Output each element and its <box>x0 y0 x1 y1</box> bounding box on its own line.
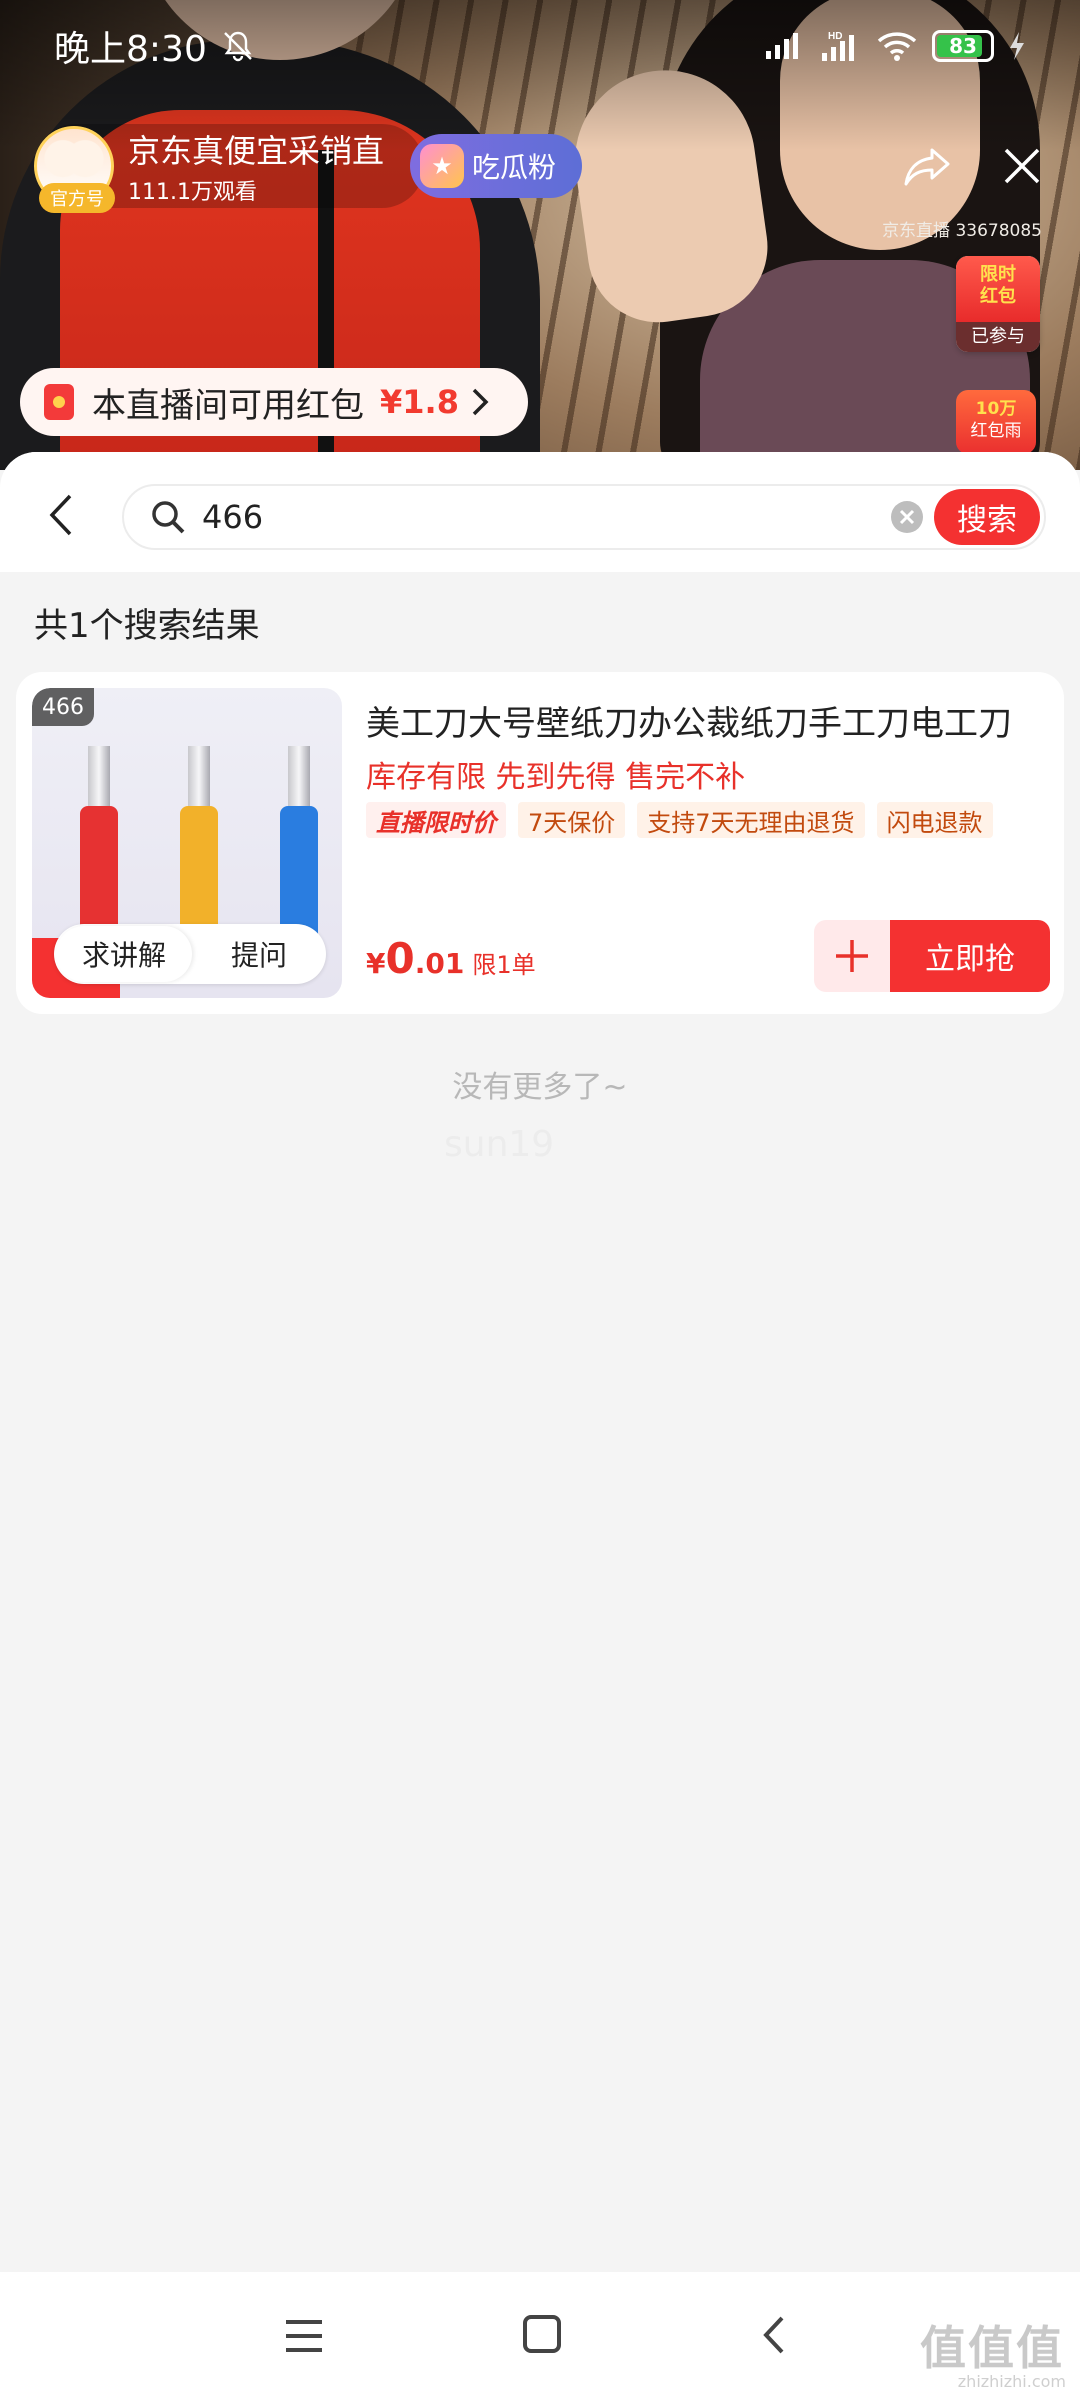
search-bar[interactable]: 466 搜索 <box>122 484 1046 550</box>
streamer-info[interactable]: 官方号 京东真便宜采销直 111.1万观看 <box>34 124 424 213</box>
red-packet-rain-amount: 10万 <box>975 399 1017 419</box>
red-packet-banner[interactable]: 本直播间可用红包 ¥1.8 <box>20 368 528 436</box>
streamer-name: 京东真便宜采销直 <box>128 132 385 170</box>
search-icon <box>152 501 185 534</box>
signal-icon <box>766 33 798 59</box>
product-actions: 求讲解 提问 <box>54 924 326 984</box>
search-sheet: 466 搜索 共1个搜索结果 466 求讲解 提问 美工刀大号壁纸刀办公裁纸刀手… <box>0 452 1080 2272</box>
product-tags: 直播限时价 7天保价 支持7天无理由退货 闪电退款 <box>366 802 993 838</box>
price-symbol: ¥ <box>366 947 386 980</box>
tag-fast-refund: 闪电退款 <box>876 802 993 838</box>
plus-icon <box>836 940 868 972</box>
product-image[interactable]: 466 求讲解 提问 <box>32 688 342 998</box>
tag-price-protect: 7天保价 <box>518 802 626 838</box>
fan-club-label: 吃瓜粉 <box>472 151 557 184</box>
room-id: 京东直播 33678085 <box>882 221 1042 241</box>
product-card[interactable]: 466 求讲解 提问 美工刀大号壁纸刀办公裁纸刀手工刀电工刀 库存有限 先到先得… <box>16 672 1064 1014</box>
red-packet-amount: ¥1.8 <box>380 383 459 421</box>
search-button[interactable]: 搜索 <box>934 489 1040 545</box>
back-arrow-icon[interactable] <box>44 490 80 540</box>
red-packet-rain[interactable]: 10万 红包雨 <box>956 390 1036 454</box>
product-price: ¥ 0 .01 限1单 <box>366 934 536 983</box>
timed-red-packet[interactable]: 限时 红包 已参与 <box>956 256 1040 352</box>
timed-red-packet-title: 限时 红包 <box>956 256 1040 322</box>
share-icon[interactable] <box>902 146 952 190</box>
buy-now-button[interactable]: 立即抢 <box>890 920 1050 992</box>
purchase-limit: 限1单 <box>472 951 536 979</box>
site-watermark-url: zhizhizhi.com <box>957 2372 1066 2391</box>
site-watermark: 值值值 <box>920 2321 1064 2375</box>
red-packet-icon <box>44 384 74 420</box>
fan-badge-icon: ★ <box>420 144 464 188</box>
signal-hd-icon: HD <box>822 31 854 61</box>
price-decimal: .01 <box>414 947 465 980</box>
user-watermark: sun19 <box>444 1124 555 1165</box>
nav-back-icon[interactable] <box>760 2314 788 2356</box>
ask-question-button[interactable]: 提问 <box>192 934 326 974</box>
status-bar: 晚上8:30 HD 83 <box>0 0 1080 92</box>
menu-icon[interactable] <box>284 2318 324 2354</box>
clear-icon[interactable] <box>890 500 924 534</box>
red-packet-banner-text: 本直播间可用红包 <box>92 385 364 426</box>
search-header: 466 搜索 <box>0 452 1080 572</box>
official-badge: 官方号 <box>39 183 115 213</box>
product-index-badge: 466 <box>32 688 94 726</box>
close-icon[interactable] <box>1000 144 1044 188</box>
search-input[interactable]: 466 <box>202 498 890 536</box>
home-icon[interactable] <box>522 2314 562 2354</box>
request-explain-button[interactable]: 求讲解 <box>56 926 192 982</box>
stock-notice: 库存有限 先到先得 售完不补 <box>366 760 746 795</box>
result-count: 共1个搜索结果 <box>34 606 260 646</box>
wifi-icon <box>877 32 917 61</box>
svg-text:HD: HD <box>828 31 842 42</box>
battery-indicator: 83 <box>932 30 994 62</box>
status-time: 晚上8:30 <box>54 29 207 70</box>
timed-red-packet-status: 已参与 <box>956 322 1040 352</box>
view-count: 111.1万观看 <box>128 180 257 205</box>
charging-icon <box>1010 32 1024 60</box>
tag-live-price: 直播限时价 <box>366 802 506 838</box>
fan-club-button[interactable]: ★ 吃瓜粉 <box>410 134 582 198</box>
streamer-avatar[interactable]: 官方号 <box>34 126 115 213</box>
battery-level: 83 <box>949 34 977 58</box>
add-to-cart-button[interactable] <box>814 920 890 992</box>
red-packet-rain-label: 红包雨 <box>970 421 1022 441</box>
tag-return-policy: 支持7天无理由退货 <box>637 802 865 838</box>
price-integer: 0 <box>385 934 415 983</box>
bell-muted-icon <box>223 31 252 62</box>
system-nav-bar: 值值值 zhizhizhi.com <box>0 2272 1080 2400</box>
product-title[interactable]: 美工刀大号壁纸刀办公裁纸刀手工刀电工刀 <box>366 696 1046 745</box>
chevron-right-icon <box>472 388 489 416</box>
end-of-list: 没有更多了~ <box>452 1070 628 1105</box>
